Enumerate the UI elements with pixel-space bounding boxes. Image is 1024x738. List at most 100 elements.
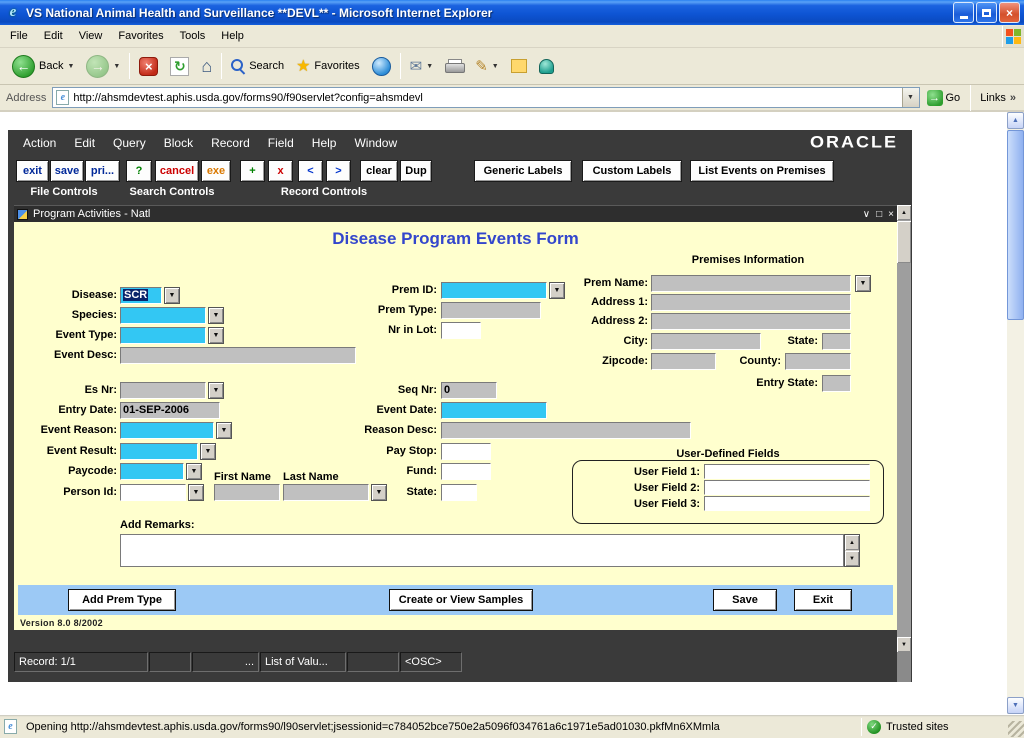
oracle-menu-action[interactable]: Action	[14, 131, 65, 155]
event-type-field[interactable]	[120, 327, 206, 344]
save-toolbar-button[interactable]: save	[50, 160, 84, 182]
delete-record-button[interactable]: x	[268, 160, 293, 182]
state-field[interactable]	[441, 484, 477, 501]
clear-record-button[interactable]: clear	[360, 160, 398, 182]
oracle-forms-applet: Action Edit Query Block Record Field Hel…	[8, 130, 912, 682]
links-label[interactable]: Links	[980, 92, 1006, 104]
mail-button[interactable]: ✉ ▼	[404, 54, 440, 78]
discuss-button[interactable]	[505, 56, 533, 76]
person-id-field[interactable]	[120, 484, 186, 501]
applet-scrollbar-thumb[interactable]	[897, 221, 911, 263]
event-date-field[interactable]	[441, 402, 547, 419]
go-button[interactable]: → Go	[920, 88, 968, 108]
back-button[interactable]: ← Back ▼	[6, 52, 80, 81]
event-reason-dropdown-button[interactable]: ▼	[216, 422, 232, 439]
insert-record-button[interactable]: +	[240, 160, 265, 182]
applet-scroll-down-icon[interactable]: ▼	[897, 637, 911, 652]
remarks-scroll-up-icon[interactable]: ▲	[845, 535, 859, 550]
event-result-field[interactable]	[120, 443, 198, 460]
resize-grip[interactable]	[1008, 721, 1024, 737]
next-record-button[interactable]: >	[326, 160, 351, 182]
address-input[interactable]: e http://ahsmdevtest.aphis.usda.gov/form…	[52, 87, 919, 108]
menu-view[interactable]: View	[71, 26, 111, 46]
browser-scrollbar-thumb[interactable]	[1007, 130, 1024, 320]
species-dropdown-button[interactable]: ▼	[208, 307, 224, 324]
refresh-button[interactable]: ↻	[164, 54, 195, 79]
prem-id-field[interactable]	[441, 282, 547, 299]
links-chevron-icon[interactable]: »	[1010, 92, 1016, 104]
custom-labels-button[interactable]: Custom Labels	[582, 160, 682, 182]
favorites-button[interactable]: ★ Favorites	[290, 53, 366, 79]
duplicate-record-button[interactable]: Dup	[400, 160, 432, 182]
previous-record-button[interactable]: <	[298, 160, 323, 182]
user-field1-input[interactable]	[704, 464, 870, 479]
cancel-query-button[interactable]: cancel	[155, 160, 199, 182]
exit-toolbar-button[interactable]: exit	[16, 160, 49, 182]
mdi-restore-icon[interactable]: □	[876, 209, 882, 220]
oracle-menu-query[interactable]: Query	[104, 131, 155, 155]
event-type-dropdown-button[interactable]: ▼	[208, 327, 224, 344]
edit-button[interactable]: ✎ ▼	[469, 54, 505, 78]
browser-scrollbar[interactable]: ▲ ▼	[1007, 112, 1024, 714]
menu-file[interactable]: File	[2, 26, 36, 46]
event-reason-field[interactable]	[120, 422, 214, 439]
execute-query-button[interactable]: exe	[201, 160, 231, 182]
oracle-menu-help[interactable]: Help	[303, 131, 346, 155]
remarks-scroll-down-icon[interactable]: ▼	[845, 551, 859, 566]
save-button[interactable]: Save	[713, 589, 777, 611]
fund-field[interactable]	[441, 463, 491, 480]
menu-edit[interactable]: Edit	[36, 26, 71, 46]
oracle-menu-block[interactable]: Block	[155, 131, 202, 155]
search-button[interactable]: Search	[225, 56, 290, 76]
species-field[interactable]	[120, 307, 206, 324]
add-prem-type-button[interactable]: Add Prem Type	[68, 589, 176, 611]
oracle-menu-field[interactable]: Field	[259, 131, 303, 155]
add-remarks-input[interactable]	[120, 534, 844, 567]
pay-stop-field[interactable]	[441, 443, 491, 460]
mdi-iconify-icon[interactable]: ∨	[863, 209, 870, 220]
oracle-menu-record[interactable]: Record	[202, 131, 259, 155]
person-id-dropdown-button[interactable]: ▼	[188, 484, 204, 501]
disease-field[interactable]: SCR	[120, 287, 162, 304]
prem-id-dropdown-button[interactable]: ▼	[549, 282, 565, 299]
browser-scroll-down-icon[interactable]: ▼	[1007, 697, 1024, 714]
stop-button[interactable]: ×	[133, 54, 164, 79]
applet-scrollbar[interactable]: ▲ ▼	[897, 205, 911, 652]
exit-button[interactable]: Exit	[794, 589, 852, 611]
forward-button[interactable]: → ▼	[80, 52, 126, 81]
mdi-close-icon[interactable]: ×	[888, 209, 894, 220]
messenger-button[interactable]	[533, 56, 560, 77]
menu-favorites[interactable]: Favorites	[110, 26, 171, 46]
oracle-menu-edit[interactable]: Edit	[65, 131, 104, 155]
nr-in-lot-field[interactable]	[441, 322, 481, 339]
menu-tools[interactable]: Tools	[172, 26, 214, 46]
enter-query-button[interactable]: ?	[126, 160, 152, 182]
forward-icon: →	[86, 55, 109, 78]
history-button[interactable]	[366, 54, 397, 79]
minimize-button[interactable]	[953, 2, 974, 23]
browser-scroll-up-icon[interactable]: ▲	[1007, 112, 1024, 129]
paycode-dropdown-button[interactable]: ▼	[186, 463, 202, 480]
oracle-menu-window[interactable]: Window	[345, 131, 406, 155]
create-or-view-samples-button[interactable]: Create or View Samples	[389, 589, 533, 611]
generic-labels-button[interactable]: Generic Labels	[474, 160, 572, 182]
print-toolbar-button[interactable]: pri...	[85, 160, 120, 182]
prem-name-dropdown-button[interactable]: ▼	[855, 275, 871, 292]
print-button[interactable]	[439, 56, 469, 76]
home-button[interactable]: ⌂	[195, 54, 218, 78]
edit-icon: ✎	[475, 57, 488, 75]
disease-dropdown-button[interactable]: ▼	[164, 287, 180, 304]
list-events-on-premises-button[interactable]: List Events on Premises	[690, 160, 834, 182]
user-field2-input[interactable]	[704, 480, 870, 495]
event-result-dropdown-button[interactable]: ▼	[200, 443, 216, 460]
paycode-field[interactable]	[120, 463, 184, 480]
close-button[interactable]: ×	[999, 2, 1020, 23]
user-field3-input[interactable]	[704, 496, 870, 511]
maximize-button[interactable]	[976, 2, 997, 23]
remarks-scrollbar[interactable]: ▲ ▼	[844, 534, 860, 567]
applet-scroll-up-icon[interactable]: ▲	[897, 205, 911, 220]
es-nr-dropdown-button[interactable]: ▼	[208, 382, 224, 399]
address-dropdown-icon[interactable]: ▼	[902, 88, 919, 107]
oracle-logo: ORACLE	[810, 133, 898, 152]
menu-help[interactable]: Help	[213, 26, 252, 46]
